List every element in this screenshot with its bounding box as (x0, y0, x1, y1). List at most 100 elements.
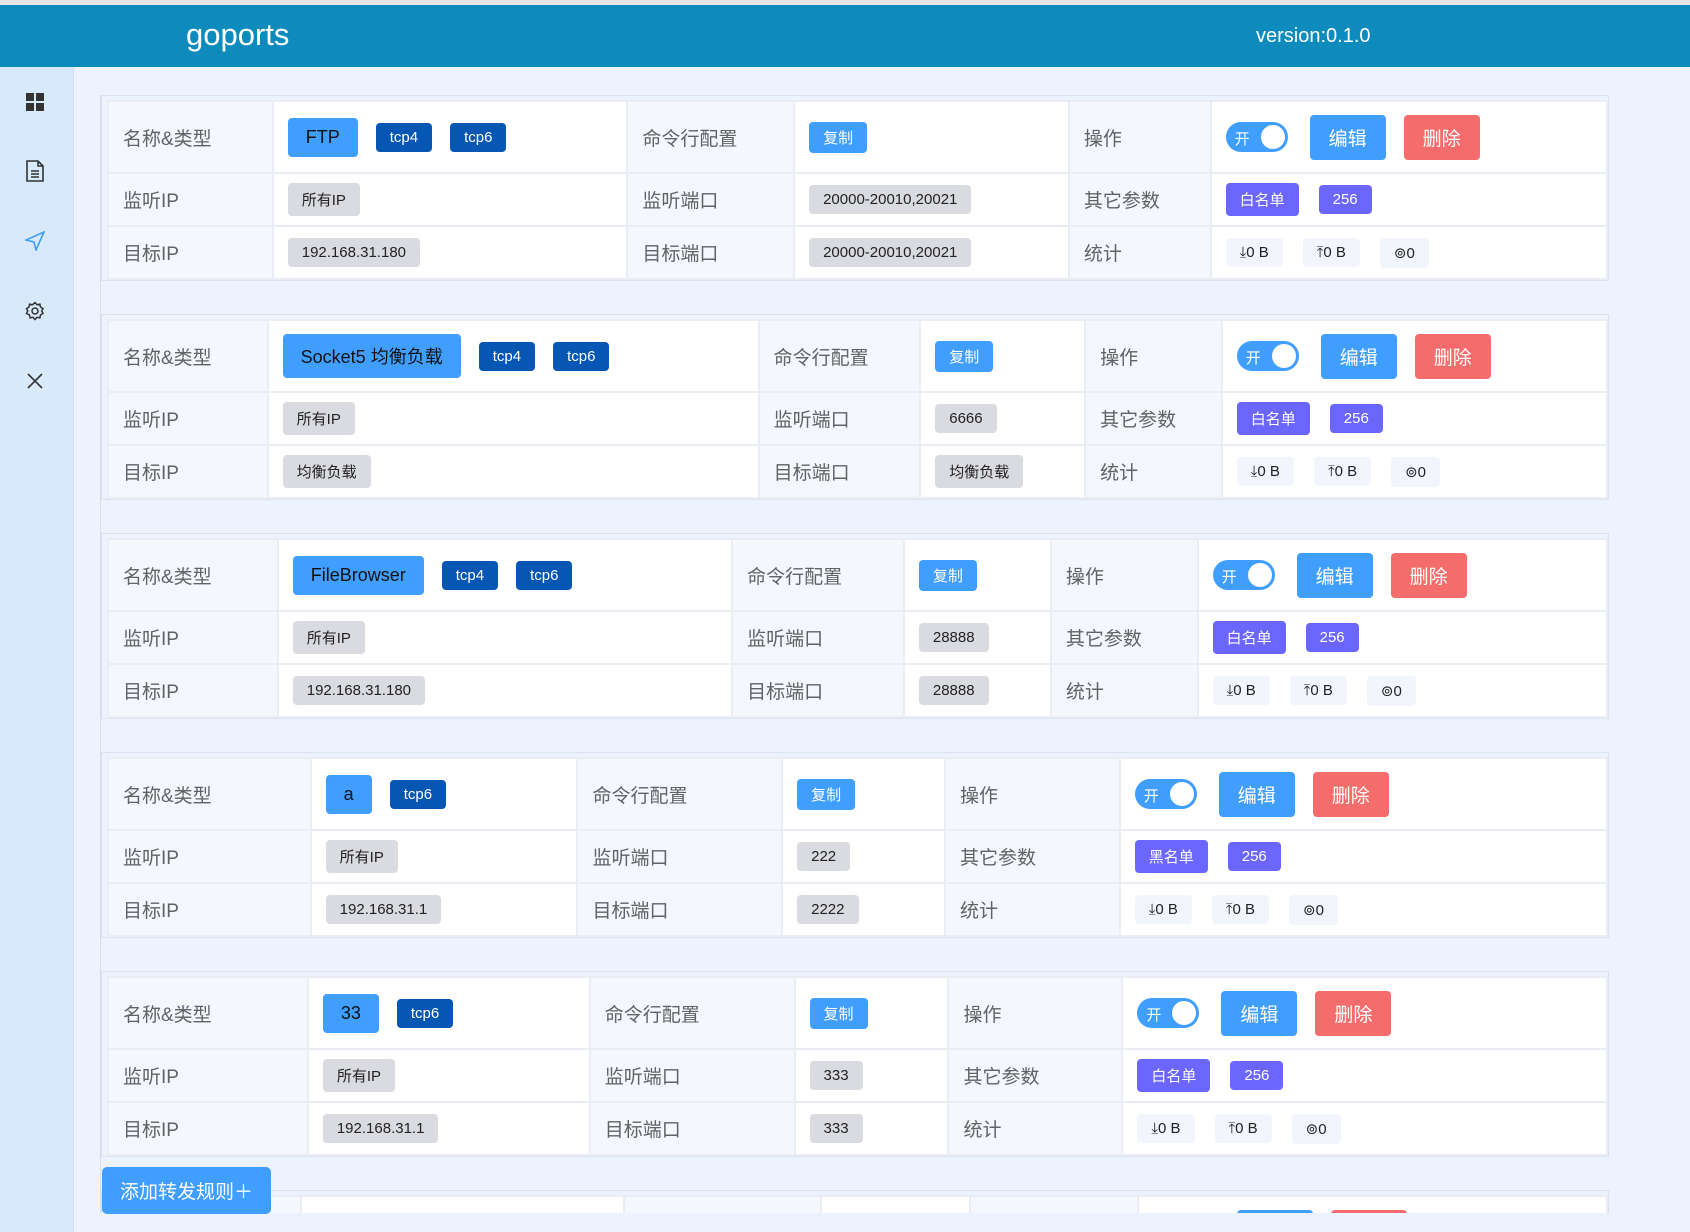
grid-icon[interactable] (22, 89, 48, 115)
max-conn-tag: 256 (1305, 623, 1359, 652)
delete-button[interactable]: 删除 (1315, 990, 1392, 1036)
edit-button[interactable]: 编辑 (1237, 1209, 1314, 1213)
edit-button[interactable]: 编辑 (1221, 990, 1298, 1036)
target-ip-value: 均衡负载 (282, 455, 371, 488)
table-row: 名称&类型 Socket5 均衡负载 tcp4 tcp6 命令行配置 复制 操作 开… (107, 319, 1609, 393)
toggle-on-text: 开 (1143, 788, 1159, 805)
toggle-on-text: 开 (1234, 131, 1250, 148)
edit-button[interactable]: 编辑 (1296, 552, 1373, 598)
enable-toggle[interactable]: 开 (1225, 122, 1288, 152)
rule-name-button[interactable]: 33 (322, 993, 379, 1033)
connection-stat: ⊚0 (1379, 237, 1429, 268)
target-port-value: 28888 (918, 676, 989, 705)
table-row: 监听IP 所有IP 监听端口 6666 其它参数 白名单 256 (107, 391, 1609, 446)
rule-card: 名称&类型 FTP tcp4 tcp6 命令行配置 复制 操作 开 编辑 删除 监听IP… (101, 95, 1609, 281)
rule-name-button[interactable]: a (325, 774, 372, 814)
protocol-tag: tcp6 (396, 998, 454, 1028)
enable-toggle[interactable]: 开 (1236, 341, 1299, 371)
rule-card: 名称&类型 33666tcp6 命令行配置 复制 操作 开编辑删除 (101, 1190, 1609, 1213)
connection-stat: ⊚0 (1289, 894, 1338, 925)
ops-cell: 开 编辑删除 (1196, 538, 1609, 612)
rule-name-button[interactable]: FileBrowser (292, 555, 424, 595)
connection-stat: ⊚0 (1291, 1113, 1341, 1144)
listen-ip-label: 监听IP (107, 829, 312, 884)
delete-button[interactable]: 删除 (1414, 333, 1491, 379)
target-ip-value: 192.168.31.1 (325, 895, 442, 924)
table-row: 监听IP 所有IP 监听端口 222 其它参数 黑名单 256 (107, 829, 1609, 884)
copy-button[interactable]: 复制 (809, 121, 868, 153)
other-params-label: 其它参数 (1049, 610, 1199, 665)
copy-button[interactable]: 复制 (918, 559, 977, 591)
send-icon[interactable] (22, 228, 48, 254)
stats-cell: ⤓0 B ⤒0 B ⊚0 (1220, 444, 1609, 499)
protocol-tag: tcp4 (375, 122, 433, 152)
copy-button[interactable]: 复制 (809, 997, 868, 1029)
target-port-label: 目标端口 (588, 1101, 796, 1156)
enable-toggle[interactable]: 开 (1212, 560, 1275, 590)
table-row: 名称&类型 FTP tcp4 tcp6 命令行配置 复制 操作 开 编辑 删除 (107, 100, 1609, 174)
listen-ip-label: 监听IP (107, 172, 274, 227)
upload-stat: ⤒0 B (1214, 1114, 1272, 1143)
delete-button[interactable]: 删除 (1331, 1209, 1408, 1213)
name-type-label: 名称&类型 (107, 538, 279, 612)
upload-stat: ⤒0 B (1289, 676, 1347, 705)
delete-button[interactable]: 删除 (1403, 114, 1480, 160)
stats-label: 统计 (944, 882, 1121, 937)
target-port-cell: 均衡负载 (919, 444, 1087, 499)
rule-name-button[interactable]: FTP (287, 117, 358, 157)
target-port-cell: 20000-20010,20021 (793, 225, 1070, 280)
document-icon[interactable] (22, 158, 48, 184)
list-type-tag: 白名单 (1236, 402, 1310, 435)
gear-icon[interactable] (22, 298, 48, 324)
rule-list: 名称&类型 FTP tcp4 tcp6 命令行配置 复制 操作 开编辑 删除 监听IP… (100, 95, 1610, 1213)
edit-button[interactable]: 编辑 (1309, 114, 1386, 160)
close-icon[interactable] (22, 368, 48, 394)
cmd-cell: 复制 (781, 757, 946, 831)
listen-port-label: 监听端口 (626, 172, 796, 227)
app-title: goports (186, 17, 290, 52)
rule-table: 名称&类型 FTP tcp4 tcp6 命令行配置 复制 操作 开 编辑 删除 监听IP… (107, 100, 1609, 280)
edit-button[interactable]: 编辑 (1320, 333, 1397, 379)
rule-card: 名称&类型 Socket5 均衡负载 tcp4 tcp6 命令行配置 复制 操作 开… (101, 314, 1609, 500)
listen-port-label: 监听端口 (731, 610, 905, 665)
listen-port-value: 222 (797, 842, 851, 871)
target-port-cell: 2222 (781, 882, 946, 937)
name-type-cell: FTP tcp4 tcp6 (271, 100, 629, 174)
download-stat: ⤓0 B (1212, 676, 1270, 705)
delete-button[interactable]: 删除 (1312, 771, 1389, 817)
sidebar (0, 67, 74, 1232)
protocol-tag: tcp6 (553, 341, 610, 371)
delete-button[interactable]: 删除 (1390, 552, 1467, 598)
copy-button[interactable]: 复制 (935, 340, 994, 372)
add-rule-button[interactable]: 添加转发规则＋ (102, 1167, 272, 1214)
copy-button[interactable]: 复制 (797, 778, 856, 810)
rule-name-button[interactable]: Socket5 均衡负载 (282, 334, 461, 378)
target-ip-label: 目标IP (107, 663, 279, 718)
rule-name-button[interactable]: 33666 (315, 1212, 402, 1213)
stats-cell: ⤓0 B ⤒0 B ⊚0 (1118, 882, 1609, 937)
protocol-tag: tcp6 (389, 779, 447, 809)
target-port-label: 目标端口 (626, 225, 796, 280)
edit-button[interactable]: 编辑 (1218, 771, 1295, 817)
table-row: 目标IP 192.168.31.180 目标端口 28888 统计 ⤓0 B ⤒0… (107, 663, 1609, 718)
enable-toggle[interactable]: 开 (1134, 779, 1197, 809)
cmd-cell: 复制 (902, 538, 1052, 612)
target-ip-cell: 192.168.31.1 (309, 882, 579, 937)
target-ip-value: 192.168.31.180 (292, 676, 426, 705)
target-port-value: 333 (809, 1114, 863, 1143)
name-type-label: 名称&类型 (107, 100, 274, 174)
toggle-on-text: 开 (1146, 1007, 1162, 1024)
target-port-label: 目标端口 (757, 444, 922, 499)
listen-port-cell: 222 (781, 829, 946, 884)
target-ip-cell: 192.168.31.180 (271, 225, 629, 280)
other-params-label: 其它参数 (944, 829, 1121, 884)
name-type-label: 名称&类型 (107, 757, 312, 831)
other-params-label: 其它参数 (947, 1048, 1124, 1103)
stats-cell: ⤓0 B ⤒0 B ⊚0 (1209, 225, 1609, 280)
ops-cell: 开 编辑删除 (1118, 757, 1609, 831)
stats-label: 统计 (947, 1101, 1124, 1156)
table-row: 监听IP 所有IP 监听端口 333 其它参数 白名单 256 (107, 1048, 1608, 1103)
target-port-cell: 28888 (902, 663, 1052, 718)
table-row: 目标IP 192.168.31.1 目标端口 2222 统计 ⤓0 B ⤒0 B ⊚… (107, 882, 1609, 937)
enable-toggle[interactable]: 开 (1137, 998, 1200, 1028)
